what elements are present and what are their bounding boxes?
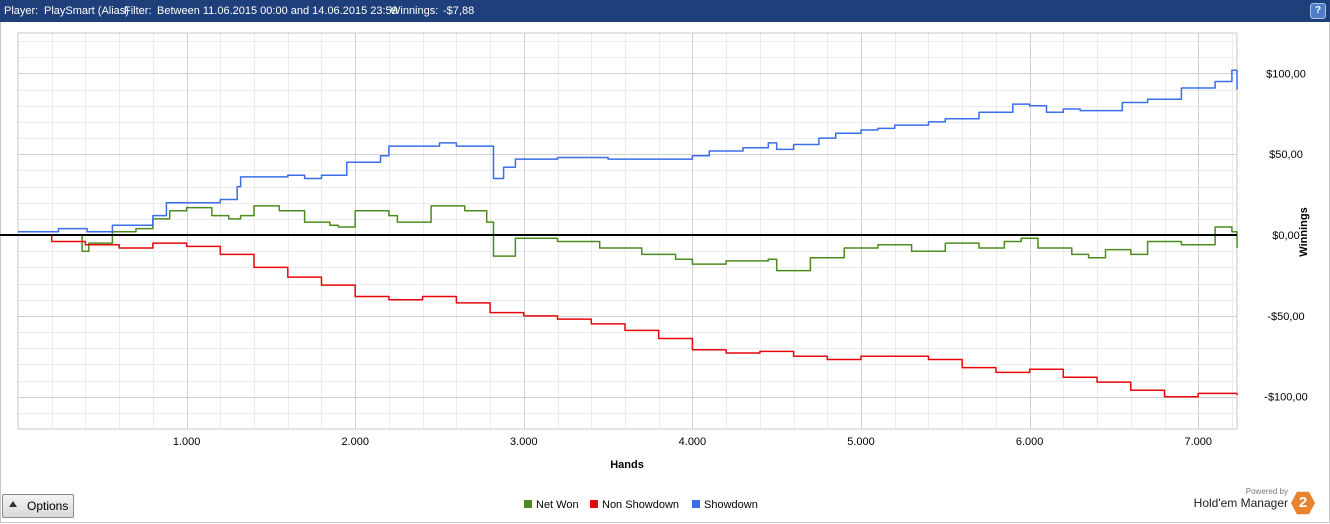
branding: Powered by Hold'em Manager: [1194, 487, 1288, 510]
x-tick-label: 3.000: [510, 436, 538, 448]
y-tick-label: $0,00: [1272, 230, 1300, 242]
non-showdown-swatch-icon: [590, 500, 598, 508]
x-axis-ticks: 1.000 2.000 3.000 4.000 5.000 6.000 7.000: [173, 436, 1212, 448]
x-tick-label: 2.000: [341, 436, 369, 448]
legend-showdown[interactable]: Showdown: [692, 499, 758, 511]
powered-by-text: Powered by: [1245, 487, 1288, 496]
showdown-swatch-icon: [692, 500, 700, 508]
options-button[interactable]: Options: [2, 494, 74, 518]
x-tick-label: 1.000: [173, 436, 201, 448]
x-axis-label: Hands: [610, 459, 644, 471]
y-tick-label: -$50,00: [1267, 311, 1304, 323]
legend-showdown-label: Showdown: [704, 499, 758, 511]
legend-non-showdown-label: Non Showdown: [602, 499, 680, 511]
x-tick-label: 7.000: [1184, 436, 1212, 448]
arrow-up-icon: [9, 501, 17, 507]
x-tick-label: 5.000: [847, 436, 875, 448]
net-won-swatch-icon: [524, 500, 532, 508]
legend-net-won-label: Net Won: [536, 499, 579, 511]
series-line-non-showdown: [18, 234, 1238, 398]
series-layer: [18, 69, 1238, 398]
winnings-chart: 1.000 2.000 3.000 4.000 5.000 6.000 7.000 $100…: [0, 32, 1310, 471]
x-tick-label: 4.000: [679, 436, 707, 448]
y-tick-label: $100,00: [1266, 68, 1306, 80]
options-button-label: Options: [27, 499, 69, 513]
y-axis-label: Winnings: [1298, 207, 1310, 256]
legend-non-showdown[interactable]: Non Showdown: [590, 499, 679, 511]
brand-name: Hold'em Manager: [1193, 496, 1288, 510]
y-tick-label: -$100,00: [1264, 392, 1307, 404]
y-tick-label: $50,00: [1269, 149, 1303, 161]
legend-net-won[interactable]: Net Won: [524, 499, 579, 511]
series-line-net-won: [18, 205, 1238, 272]
x-tick-label: 6.000: [1016, 436, 1044, 448]
